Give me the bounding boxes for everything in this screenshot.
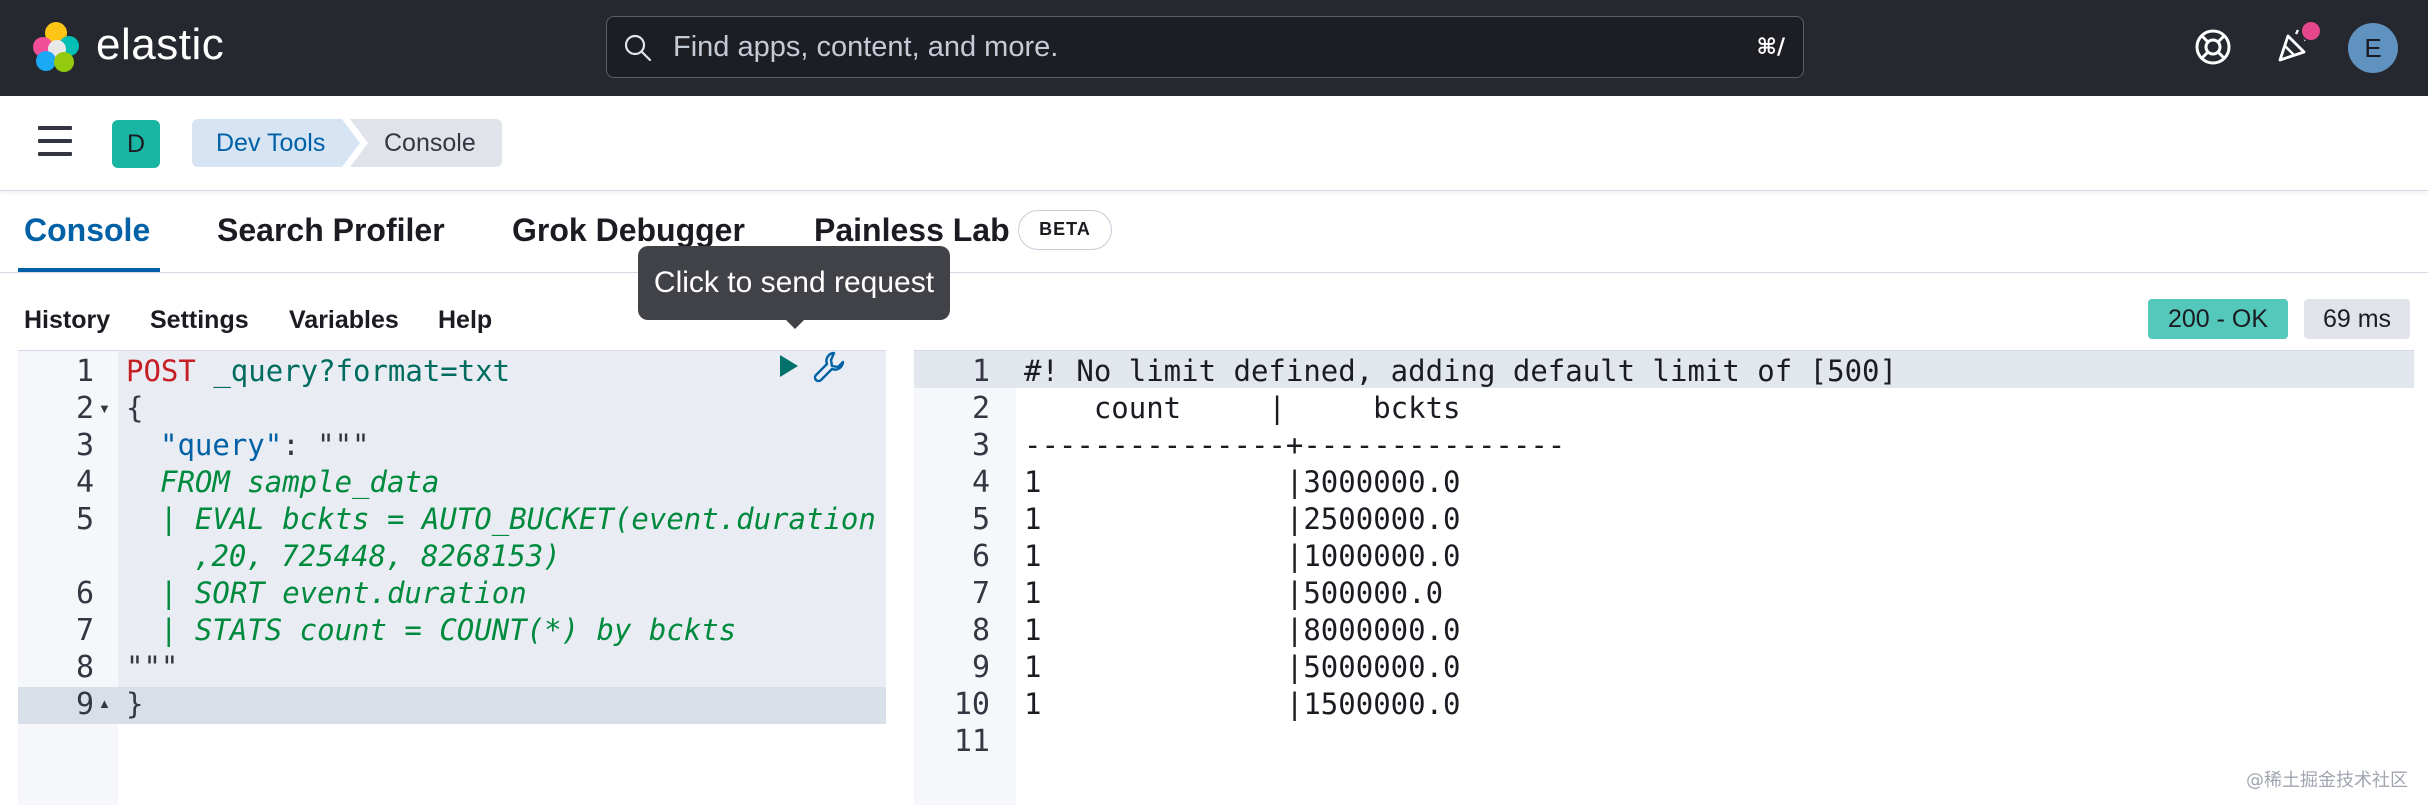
query-key: "query" bbox=[160, 428, 283, 462]
response-output: 1 2 3 4 5 6 7 8 9 10 11 #! No limit defi… bbox=[914, 350, 2414, 805]
response-row: 1 |1000000.0 bbox=[1024, 539, 1461, 573]
wrench-icon[interactable] bbox=[812, 350, 846, 384]
elastic-logo-icon[interactable] bbox=[30, 20, 82, 74]
tab-grok-debugger[interactable]: Grok Debugger bbox=[512, 212, 745, 249]
help-button[interactable]: Help bbox=[438, 306, 492, 335]
line-number: 3 bbox=[75, 428, 94, 463]
duration-badge: 69 ms bbox=[2304, 299, 2410, 339]
line-number: 4 bbox=[971, 465, 990, 500]
request-line: POST _query?format=txt bbox=[126, 353, 510, 390]
response-header-line: count | bckts bbox=[1024, 391, 1461, 425]
menu-toggle-icon[interactable] bbox=[38, 126, 72, 156]
editor-resize-divider[interactable] bbox=[886, 350, 914, 804]
close-brace: } bbox=[126, 687, 144, 721]
response-row: 1 |5000000.0 bbox=[1024, 650, 1461, 684]
esql-line: | EVAL bckts = AUTO_BUCKET(event.duratio… bbox=[160, 502, 876, 536]
query-colon: : bbox=[282, 428, 318, 462]
line-number: 2 bbox=[75, 391, 94, 426]
user-avatar[interactable]: E bbox=[2348, 23, 2398, 73]
help-icon[interactable] bbox=[2194, 28, 2232, 66]
line-number: 1 bbox=[75, 354, 94, 389]
line-number: 9 bbox=[971, 650, 990, 685]
fold-toggle-icon[interactable]: ▲ bbox=[98, 696, 111, 711]
line-number: 8 bbox=[75, 650, 94, 685]
response-row: 1 |1500000.0 bbox=[1024, 687, 1461, 721]
search-input[interactable] bbox=[671, 17, 1675, 78]
active-tab-indicator bbox=[18, 268, 160, 272]
breadcrumb-dev-tools[interactable]: Dev Tools bbox=[192, 119, 360, 167]
http-method: POST bbox=[126, 354, 196, 388]
search-shortcut-hint: ⌘/ bbox=[1756, 35, 1785, 60]
line-number: 8 bbox=[971, 613, 990, 648]
line-number: 6 bbox=[971, 539, 990, 574]
triple-quote-open: """ bbox=[317, 428, 370, 462]
active-line bbox=[18, 687, 886, 724]
line-number: 4 bbox=[75, 465, 94, 500]
line-number: 2 bbox=[971, 391, 990, 426]
send-request-tooltip: Click to send request bbox=[638, 246, 950, 320]
response-warning-line: #! No limit defined, adding default limi… bbox=[1024, 354, 1897, 388]
line-number: 5 bbox=[75, 502, 94, 537]
line-number: 9 bbox=[75, 687, 94, 722]
tab-console[interactable]: Console bbox=[24, 212, 150, 249]
line-number: 1 bbox=[971, 354, 990, 389]
brand-name[interactable]: elastic bbox=[96, 20, 224, 70]
status-badge: 200 - OK bbox=[2148, 299, 2288, 339]
breadcrumb-console: Console bbox=[350, 119, 502, 167]
open-brace: { bbox=[126, 391, 144, 425]
send-request-play-icon[interactable] bbox=[778, 353, 800, 379]
line-number: 7 bbox=[75, 613, 94, 648]
dev-tools-tabs: Console Search Profiler Grok Debugger Pa… bbox=[0, 190, 2428, 273]
response-separator-line: ---------------+--------------- bbox=[1024, 428, 1566, 462]
esql-line: | STATS count = COUNT(*) by bckts bbox=[160, 613, 737, 647]
response-row: 1 |8000000.0 bbox=[1024, 613, 1461, 647]
search-icon bbox=[624, 34, 652, 62]
line-number: 11 bbox=[953, 724, 990, 759]
triple-quote-close: """ bbox=[126, 650, 179, 684]
fold-toggle-icon[interactable]: ▼ bbox=[98, 401, 111, 416]
tab-search-profiler[interactable]: Search Profiler bbox=[217, 212, 445, 249]
tab-painless-lab[interactable]: Painless Lab bbox=[814, 212, 1010, 249]
line-number: 5 bbox=[971, 502, 990, 537]
breadcrumb-bar: D Dev Tools Console bbox=[0, 96, 2428, 191]
request-editor[interactable]: 1 2 3 4 5 6 7 8 9 ▼ ▲ POST _query?format… bbox=[18, 350, 886, 805]
line-number: 3 bbox=[971, 428, 990, 463]
request-url: _query?format=txt bbox=[213, 354, 511, 388]
watermark: @稀土掘金技术社区 bbox=[2246, 770, 2408, 791]
response-row: 1 |3000000.0 bbox=[1024, 465, 1461, 499]
top-header: elastic ⌘/ E bbox=[0, 0, 2428, 96]
esql-line: | SORT event.duration bbox=[160, 576, 527, 610]
line-number: 6 bbox=[75, 576, 94, 611]
line-number: 10 bbox=[953, 687, 990, 722]
response-row: 1 |2500000.0 bbox=[1024, 502, 1461, 536]
variables-button[interactable]: Variables bbox=[289, 306, 399, 335]
query-key-line: "query": """ bbox=[160, 427, 370, 464]
history-button[interactable]: History bbox=[24, 306, 110, 335]
response-row: 1 |500000.0 bbox=[1024, 576, 1444, 610]
esql-line-wrapped: ,20, 725448, 8268153) bbox=[194, 539, 561, 573]
notification-dot bbox=[2300, 20, 2322, 42]
line-number: 7 bbox=[971, 576, 990, 611]
space-avatar[interactable]: D bbox=[112, 120, 160, 168]
settings-button[interactable]: Settings bbox=[150, 306, 249, 335]
beta-badge: BETA bbox=[1018, 210, 1112, 250]
global-search[interactable]: ⌘/ bbox=[606, 16, 1804, 78]
esql-line: FROM sample_data bbox=[160, 465, 440, 499]
tooltip-arrow bbox=[782, 316, 808, 329]
